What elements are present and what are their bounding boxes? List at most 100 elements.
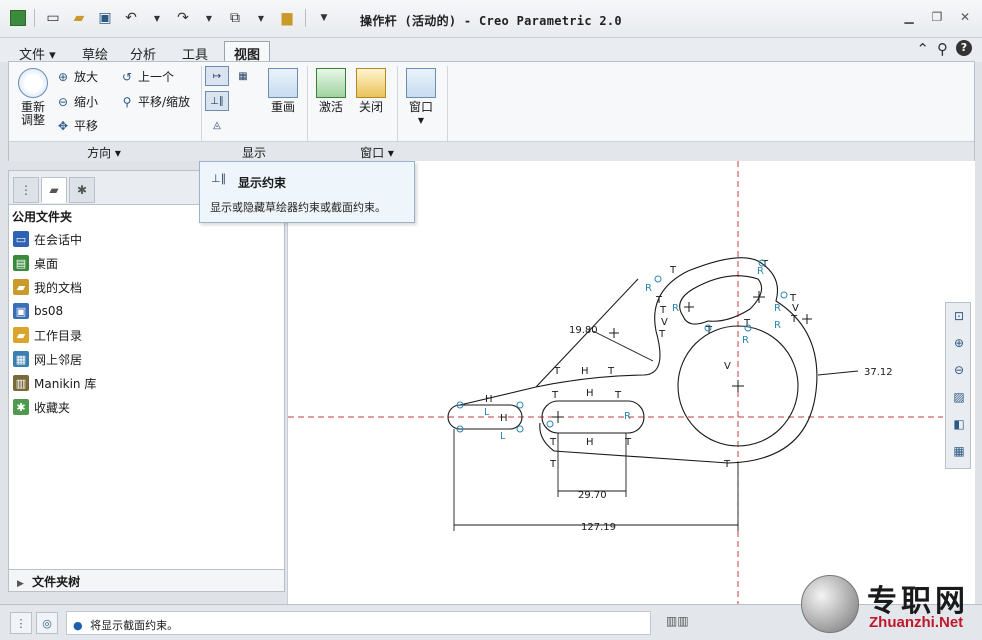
- close-window-button[interactable]: 关闭: [353, 68, 389, 114]
- pan-label: 平移: [74, 119, 99, 133]
- dimension-diameter[interactable]: 37.12: [864, 367, 893, 378]
- tab-view[interactable]: 视图: [224, 41, 271, 63]
- folder-tree-toggle[interactable]: ▶ 文件夹树: [9, 569, 284, 591]
- favorites-tab-icon[interactable]: ✱: [69, 177, 95, 203]
- browser-toggle-icon[interactable]: ◎: [36, 612, 58, 634]
- svg-text:V: V: [792, 303, 799, 314]
- tab-sketch[interactable]: 草绘: [72, 41, 118, 63]
- svg-text:T: T: [669, 265, 677, 276]
- folder-item-favorites[interactable]: ✱ 收藏夹: [13, 395, 96, 419]
- previous-view-label: 上一个: [138, 70, 175, 84]
- ribbon-group-labels: 方向 ▾ 显示 窗口 ▾: [9, 141, 974, 161]
- zoom-in-view-icon[interactable]: ⊕: [949, 333, 969, 353]
- svg-text:T: T: [549, 459, 557, 470]
- working-folder-icon: ▰: [13, 327, 29, 343]
- tangent-line: [459, 386, 537, 406]
- view-toolbar: ⊡ ⊕ ⊖ ▨ ◧ ▦: [945, 302, 971, 469]
- tab-analysis[interactable]: 分析: [120, 41, 166, 63]
- folder-item-my-documents[interactable]: ▰ 我的文档: [13, 275, 96, 299]
- zoom-out-button[interactable]: ⊖ 缩小: [55, 93, 98, 110]
- window-group-label[interactable]: 窗口 ▾: [307, 144, 447, 161]
- previous-view-icon: ↺: [121, 69, 133, 84]
- sketch-drawing[interactable]: 19.80 37.12 29.70 127.19 THT HTHT HHT T T…: [288, 161, 976, 604]
- show-constraints-icon: ⊥∥: [211, 172, 227, 185]
- tab-tools[interactable]: 工具: [172, 41, 218, 63]
- svg-text:L: L: [500, 431, 506, 442]
- navigator-panel: ⋮ ▰ ✱ 公用文件夹 ▭ 在会话中 ▤ 桌面 ▰ 我的文档 ▣ bs08 ▰ …: [8, 170, 285, 592]
- display-style-icon[interactable]: ◧: [949, 414, 969, 434]
- folder-item-label: 网上邻居: [34, 352, 83, 367]
- svg-text:T: T: [658, 329, 666, 340]
- folder-browser-tab-icon[interactable]: ▰: [41, 177, 67, 203]
- monitor-icon: ▭: [13, 231, 29, 247]
- library-icon: ▥: [13, 375, 29, 391]
- collapse-ribbon-icon[interactable]: ⌃: [916, 40, 929, 58]
- folder-item-in-session[interactable]: ▭ 在会话中: [13, 227, 96, 251]
- grid-display-toggle[interactable]: ▦: [231, 66, 255, 86]
- svg-text:R: R: [624, 411, 631, 422]
- search-icon[interactable]: ⚲: [937, 40, 948, 58]
- zoom-in-button[interactable]: ⊕ 放大: [55, 68, 98, 85]
- svg-text:H: H: [500, 413, 508, 424]
- ribbon-tabs: 文件 ▾ 草绘 分析 工具 视图 ⌃ ⚲ ?: [0, 38, 982, 63]
- svg-text:V: V: [661, 317, 668, 328]
- repaint-label: 重画: [270, 100, 295, 114]
- restore-icon[interactable]: ❐: [928, 8, 946, 26]
- folder-item-working-directory[interactable]: ▰ 工作目录: [13, 323, 96, 347]
- dimension-display-toggle[interactable]: ↦: [205, 66, 229, 86]
- window-menu-label: 窗口: [408, 100, 433, 114]
- refit-view-icon[interactable]: ⊡: [949, 306, 969, 326]
- folder-item-label: bs08: [34, 304, 64, 318]
- activate-label: 激活: [318, 100, 343, 114]
- navigator-toggle-icon[interactable]: ⋮: [10, 612, 32, 634]
- previous-view-button[interactable]: ↺ 上一个: [119, 68, 174, 85]
- dimension-overall-length[interactable]: 127.19: [581, 522, 616, 533]
- folder-item-label: 我的文档: [34, 280, 83, 295]
- activate-button[interactable]: 激活: [313, 68, 349, 114]
- graphics-window[interactable]: 19.80 37.12 29.70 127.19 THT HTHT HHTT T…: [287, 161, 975, 604]
- minimize-icon[interactable]: ▁: [900, 8, 918, 26]
- close-icon[interactable]: ✕: [956, 8, 974, 26]
- folder-item-bs08[interactable]: ▣ bs08: [13, 299, 96, 323]
- repaint-button[interactable]: 重画: [265, 68, 301, 114]
- orientation-group-label[interactable]: 方向 ▾: [49, 144, 159, 161]
- svg-text:H: H: [485, 394, 493, 405]
- folder-list: ▭ 在会话中 ▤ 桌面 ▰ 我的文档 ▣ bs08 ▰ 工作目录 ▦ 网上邻居 …: [13, 227, 96, 419]
- svg-text:T: T: [624, 437, 632, 448]
- svg-text:R: R: [645, 283, 652, 294]
- window-menu-icon: [406, 68, 436, 98]
- help-icon[interactable]: ?: [956, 40, 972, 56]
- svg-text:T: T: [549, 437, 557, 448]
- constraint-display-toggle[interactable]: ⊥∥: [205, 91, 229, 111]
- repaint-icon: [268, 68, 298, 98]
- refit-button[interactable]: 重新 调整: [15, 68, 51, 127]
- model-tree-tab-icon[interactable]: ⋮: [13, 177, 39, 203]
- folder-item-desktop[interactable]: ▤ 桌面: [13, 251, 96, 275]
- dimension-radius[interactable]: 19.80: [569, 325, 598, 336]
- folder-tree-label: 文件夹树: [32, 575, 81, 589]
- svg-text:T: T: [743, 318, 751, 329]
- dimension-slot-length[interactable]: 29.70: [578, 490, 607, 501]
- zoom-out-label: 缩小: [74, 95, 99, 109]
- upper-arc-slot: [679, 275, 763, 325]
- repaint-view-icon[interactable]: ▨: [949, 387, 969, 407]
- dimension-lines: [453, 330, 859, 531]
- svg-text:T: T: [659, 305, 667, 316]
- sketcher-display-icon[interactable]: ▦: [949, 441, 969, 461]
- title-bar: ▭ ▰ ▣ ↶ ▼ ↷ ▼ ⧉ ▼ ▆ ▼ 操作杆 (活动的) - Creo P…: [0, 0, 982, 38]
- svg-text:H: H: [586, 437, 594, 448]
- folder-item-network[interactable]: ▦ 网上邻居: [13, 347, 96, 371]
- zoom-out-view-icon[interactable]: ⊖: [949, 360, 969, 380]
- pan-zoom-button[interactable]: ⚲ 平移/缩放: [119, 93, 190, 110]
- tooltip: ⊥∥ 显示约束 显示或隐藏草绘器约束或截面约束。: [199, 161, 415, 223]
- vertex-display-toggle[interactable]: ◬: [205, 115, 229, 135]
- close-window-icon: [356, 68, 386, 98]
- folder-item-manikin[interactable]: ▥ Manikin 库: [13, 371, 96, 395]
- zoom-in-icon: ⊕: [57, 69, 69, 84]
- tab-file[interactable]: 文件 ▾: [9, 41, 66, 63]
- pan-button[interactable]: ✥ 平移: [55, 117, 98, 134]
- ribbon: 重新 调整 ⊕ 放大 ⊖ 缩小 ✥ 平移 ↺ 上一个 ⚲ 平移/缩放 ↦ ▦ ⊥…: [8, 61, 975, 161]
- filter-icon[interactable]: ▥▥: [666, 614, 689, 628]
- window-menu-button[interactable]: 窗口 ▼: [403, 68, 439, 127]
- svg-text:V: V: [724, 361, 731, 372]
